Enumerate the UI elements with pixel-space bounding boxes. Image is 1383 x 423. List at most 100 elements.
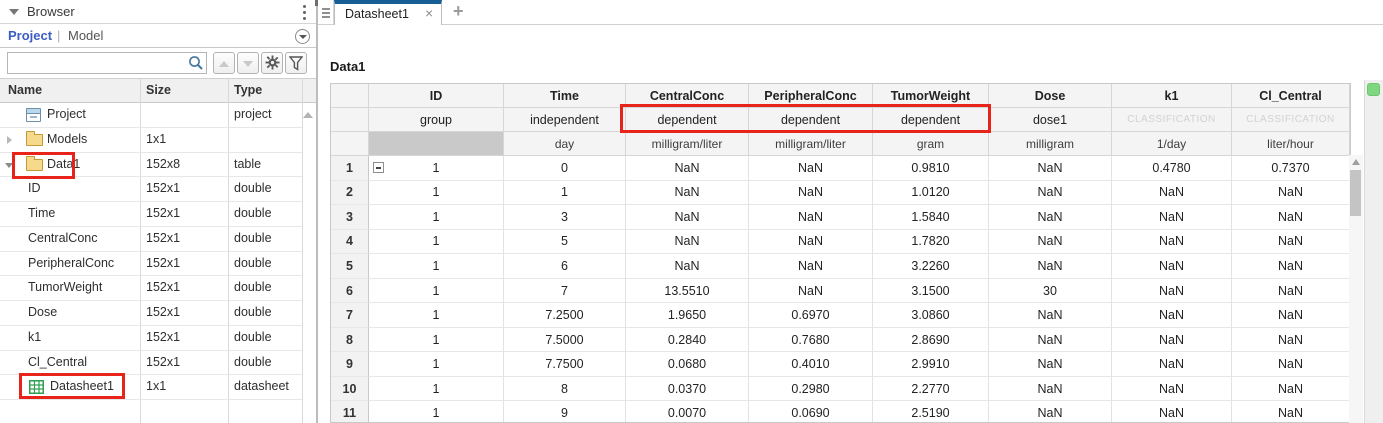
data-cell[interactable]: NaN xyxy=(1232,328,1350,353)
tree-item-id[interactable]: ID152x1double xyxy=(0,177,302,202)
data-cell[interactable]: NaN xyxy=(989,254,1112,279)
data-cell[interactable]: 1 xyxy=(369,254,504,279)
data-cell[interactable]: NaN xyxy=(1232,377,1350,402)
data-cell[interactable]: 0.0070 xyxy=(626,401,749,423)
data-cell[interactable]: 7.7500 xyxy=(504,352,626,377)
classification-cell[interactable]: CLASSIFICATION xyxy=(1232,108,1350,132)
data-cell[interactable]: 1.7820 xyxy=(873,230,989,255)
scrollbar-thumb[interactable] xyxy=(1350,170,1361,216)
tree-item-tumorweight[interactable]: TumorWeight152x1double xyxy=(0,276,302,301)
row-number[interactable]: 5 xyxy=(331,254,369,279)
data-cell[interactable]: 1 xyxy=(369,303,504,328)
data-cell[interactable]: 2.9910 xyxy=(873,352,989,377)
data-cell[interactable]: 5 xyxy=(504,230,626,255)
unit-cell[interactable]: 1/day xyxy=(1112,132,1232,156)
data-cell[interactable]: NaN xyxy=(749,181,873,206)
data-cell[interactable]: NaN xyxy=(1112,401,1232,423)
classification-cell[interactable]: dependent xyxy=(626,108,749,132)
data-cell[interactable]: 1 xyxy=(504,181,626,206)
tree-item-centralconc[interactable]: CentralConc152x1double xyxy=(0,227,302,252)
data-cell[interactable]: 0.7680 xyxy=(749,328,873,353)
data-cell[interactable]: NaN xyxy=(626,230,749,255)
data-cell[interactable]: NaN xyxy=(1112,230,1232,255)
data-cell[interactable]: 0 xyxy=(504,156,626,181)
column-header-id[interactable]: ID xyxy=(369,84,504,108)
row-number[interactable]: 3 xyxy=(331,205,369,230)
data-cell[interactable]: NaN xyxy=(989,156,1112,181)
data-cell[interactable]: NaN xyxy=(1112,377,1232,402)
data-cell[interactable]: NaN xyxy=(989,401,1112,423)
data-cell[interactable]: NaN xyxy=(1112,205,1232,230)
classification-cell[interactable]: group xyxy=(369,108,504,132)
data-cell[interactable]: 7.5000 xyxy=(504,328,626,353)
data-cell[interactable]: 0.9810 xyxy=(873,156,989,181)
data-cell[interactable]: 0.0370 xyxy=(626,377,749,402)
row-number[interactable]: 11 xyxy=(331,401,369,423)
search-prev-button[interactable] xyxy=(213,52,235,74)
data-cell[interactable]: 1.5840 xyxy=(873,205,989,230)
data-cell[interactable]: 1 xyxy=(369,156,504,181)
panel-menu-icon[interactable] xyxy=(303,5,306,23)
data-cell[interactable]: NaN xyxy=(1112,352,1232,377)
column-header-k1[interactable]: k1 xyxy=(1112,84,1232,108)
unit-cell[interactable]: milligram/liter xyxy=(626,132,749,156)
data-cell[interactable]: 9 xyxy=(504,401,626,423)
data-cell[interactable]: 1 xyxy=(369,377,504,402)
data-cell[interactable]: NaN xyxy=(1112,181,1232,206)
data-cell[interactable]: 7.2500 xyxy=(504,303,626,328)
column-header-time[interactable]: Time xyxy=(504,84,626,108)
data-cell[interactable]: NaN xyxy=(989,205,1112,230)
filter-button[interactable] xyxy=(285,52,307,74)
data-cell[interactable]: NaN xyxy=(989,181,1112,206)
data-cell[interactable]: NaN xyxy=(1112,279,1232,304)
expand-collapsed-icon[interactable] xyxy=(7,136,12,144)
column-header-type[interactable]: Type xyxy=(234,83,262,97)
data-cell[interactable]: NaN xyxy=(749,156,873,181)
unit-cell[interactable] xyxy=(369,132,504,156)
data-cell[interactable]: NaN xyxy=(989,303,1112,328)
classification-cell[interactable]: dose1 xyxy=(989,108,1112,132)
data-cell[interactable]: 2.8690 xyxy=(873,328,989,353)
row-number[interactable]: 7 xyxy=(331,303,369,328)
tree-item-models[interactable]: Models1x1 xyxy=(0,128,302,153)
data-cell[interactable]: NaN xyxy=(1232,230,1350,255)
data-cell[interactable]: 1.9650 xyxy=(626,303,749,328)
tree-item-datasheet1[interactable]: Datasheet11x1datasheet xyxy=(0,375,302,400)
tree-scrollbar-up-icon[interactable] xyxy=(303,112,313,118)
row-number[interactable]: 9 xyxy=(331,352,369,377)
data-cell[interactable]: NaN xyxy=(749,254,873,279)
tree-item-cl_central[interactable]: Cl_Central152x1double xyxy=(0,351,302,376)
tree-item-k1[interactable]: k1152x1double xyxy=(0,326,302,351)
unit-cell[interactable]: day xyxy=(504,132,626,156)
data-cell[interactable]: NaN xyxy=(1232,181,1350,206)
data-cell[interactable]: 1 xyxy=(369,328,504,353)
row-number[interactable]: 1 xyxy=(331,156,369,181)
data-cell[interactable]: NaN xyxy=(1112,328,1232,353)
close-tab-icon[interactable]: × xyxy=(425,6,433,21)
unit-cell[interactable]: milligram xyxy=(989,132,1112,156)
data-cell[interactable]: NaN xyxy=(626,156,749,181)
tree-item-peripheralconc[interactable]: PeripheralConc152x1double xyxy=(0,252,302,277)
collapse-group-icon[interactable] xyxy=(373,162,384,173)
tab-model[interactable]: Model xyxy=(68,28,103,43)
data-cell[interactable]: 1 xyxy=(369,205,504,230)
data-cell[interactable]: NaN xyxy=(749,230,873,255)
tree-item-project[interactable]: Projectproject xyxy=(0,103,302,128)
column-header-cl_central[interactable]: Cl_Central xyxy=(1232,84,1350,108)
data-cell[interactable]: NaN xyxy=(749,205,873,230)
data-cell[interactable]: 1 xyxy=(369,352,504,377)
tree-item-data1[interactable]: Data1152x8table xyxy=(0,153,302,178)
expand-expanded-icon[interactable] xyxy=(5,163,13,168)
data-cell[interactable]: 0.4010 xyxy=(749,352,873,377)
row-number[interactable]: 10 xyxy=(331,377,369,402)
column-header-size[interactable]: Size xyxy=(146,83,171,97)
data-cell[interactable]: 0.2840 xyxy=(626,328,749,353)
column-header-peripheralconc[interactable]: PeripheralConc xyxy=(749,84,873,108)
column-header-centralconc[interactable]: CentralConc xyxy=(626,84,749,108)
tab-bar-grip-icon[interactable] xyxy=(319,0,334,25)
data-cell[interactable]: 7 xyxy=(504,279,626,304)
data-cell[interactable]: NaN xyxy=(989,352,1112,377)
data-cell[interactable]: 2.5190 xyxy=(873,401,989,423)
row-number[interactable]: 6 xyxy=(331,279,369,304)
column-header-dose[interactable]: Dose xyxy=(989,84,1112,108)
